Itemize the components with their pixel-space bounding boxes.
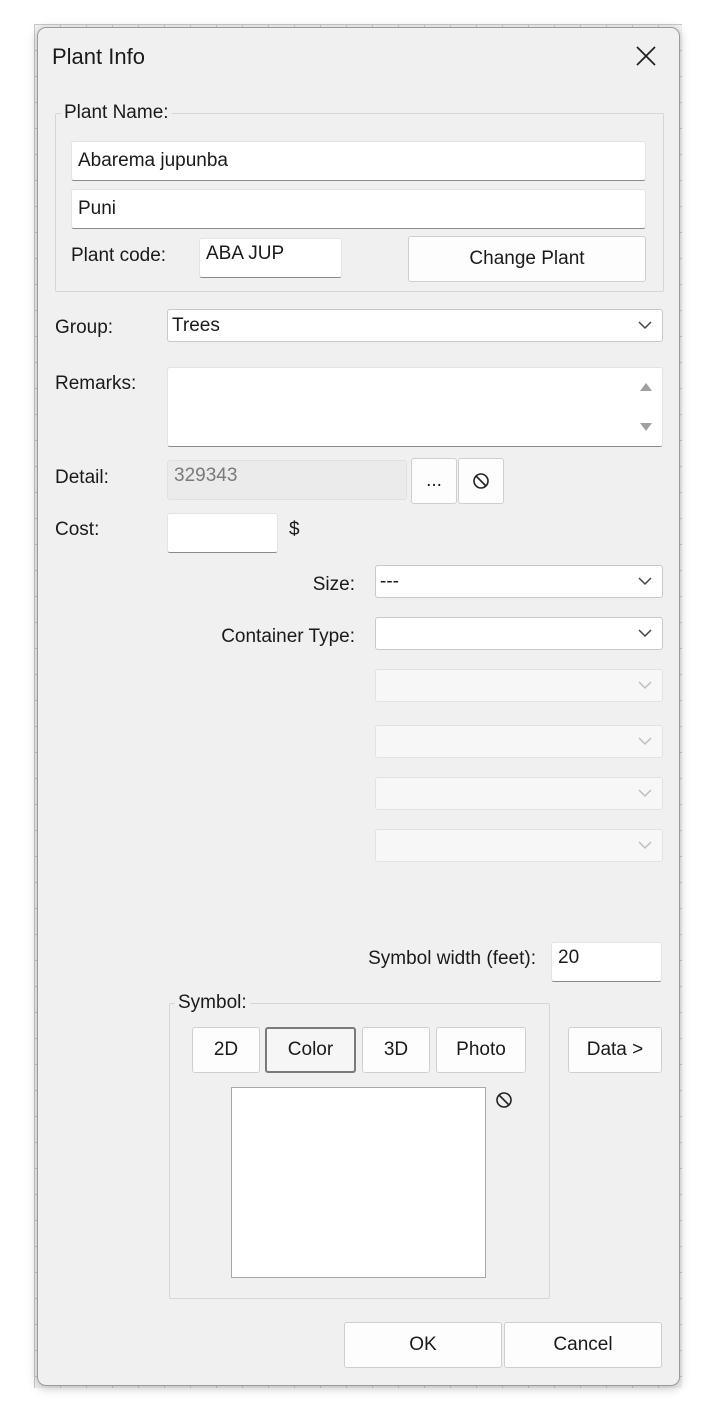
attribute-select-4 <box>375 829 663 862</box>
detail-label: Detail: <box>55 467 109 488</box>
attribute-select-3 <box>375 777 663 810</box>
cost-label: Cost: <box>55 519 100 540</box>
scientific-name-field[interactable]: Abarema jupunba <box>71 141 646 181</box>
plant-code-label: Plant code: <box>71 245 167 266</box>
chevron-down-icon <box>638 736 652 745</box>
chevron-down-icon <box>638 628 652 637</box>
remarks-scrollbar[interactable] <box>631 369 661 445</box>
chevron-down-icon <box>638 320 652 329</box>
cost-field[interactable] <box>167 513 278 553</box>
chevron-down-icon <box>638 840 652 849</box>
group-select-value: Trees <box>172 314 220 336</box>
container-type-select[interactable] <box>375 617 663 650</box>
data-button[interactable]: Data > <box>568 1027 662 1073</box>
size-label: Size: <box>312 574 355 595</box>
prohibited-icon <box>473 473 489 489</box>
symbol-tab-3d[interactable]: 3D <box>362 1027 430 1073</box>
detail-browse-button[interactable]: ... <box>411 458 457 504</box>
size-select-value: --- <box>380 570 399 592</box>
symbol-clear-button[interactable] <box>495 1091 515 1111</box>
cost-unit: $ <box>289 519 300 540</box>
cancel-button[interactable]: Cancel <box>504 1322 662 1368</box>
detail-field: 329343 <box>167 460 407 500</box>
plant-code-field[interactable]: ABA JUP <box>199 238 342 278</box>
group-label: Group: <box>55 317 114 338</box>
scroll-up-arrow-icon[interactable] <box>640 383 652 391</box>
group-select[interactable]: Trees <box>167 309 663 342</box>
symbol-width-field[interactable]: 20 <box>551 942 662 982</box>
detail-clear-button[interactable] <box>458 458 504 504</box>
symbol-legend: Symbol: <box>175 992 250 1014</box>
close-x-icon <box>636 46 656 66</box>
chevron-down-icon <box>638 788 652 797</box>
prohibited-icon <box>496 1092 512 1108</box>
attribute-select-2 <box>375 725 663 758</box>
chevron-down-icon <box>638 680 652 689</box>
scroll-down-arrow-icon[interactable] <box>640 423 652 431</box>
remarks-label: Remarks: <box>55 373 137 394</box>
plant-name-legend: Plant Name: <box>61 102 172 124</box>
chevron-down-icon <box>638 576 652 585</box>
attribute-select-1 <box>375 669 663 702</box>
ok-button[interactable]: OK <box>344 1322 502 1368</box>
dialog-title: Plant Info <box>52 44 145 69</box>
remarks-textarea[interactable] <box>167 367 663 447</box>
symbol-tab-2d[interactable]: 2D <box>192 1027 260 1073</box>
symbol-preview[interactable] <box>231 1087 486 1278</box>
common-name-field[interactable]: Puni <box>71 189 646 229</box>
container-type-label: Container Type: <box>221 626 355 647</box>
plant-info-dialog: Plant Info Plant Name: Abarema jupunba P… <box>37 27 680 1386</box>
change-plant-button[interactable]: Change Plant <box>408 236 646 282</box>
close-button[interactable] <box>630 40 662 72</box>
size-select[interactable]: --- <box>375 565 663 598</box>
symbol-tab-color[interactable]: Color <box>265 1027 356 1073</box>
symbol-tab-photo[interactable]: Photo <box>436 1027 526 1073</box>
symbol-width-label: Symbol width (feet): <box>368 948 536 969</box>
